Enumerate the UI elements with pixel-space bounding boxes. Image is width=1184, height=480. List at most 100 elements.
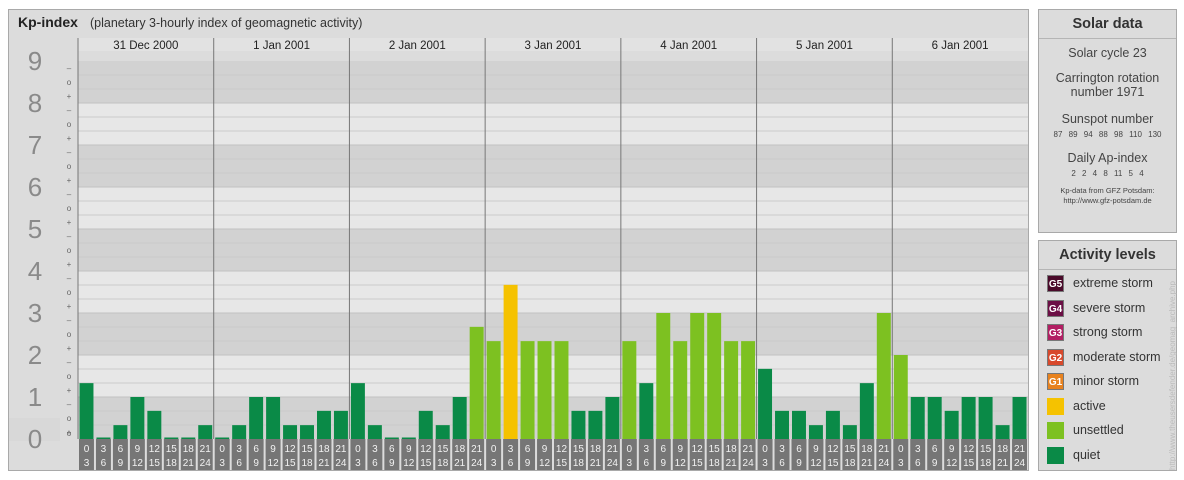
activity-levels-heading: Activity levels — [1059, 247, 1156, 263]
day-label: 31 Dec 2000 — [113, 40, 178, 52]
hour-start-label: 15 — [844, 444, 856, 455]
level-label: extreme storm — [1073, 276, 1153, 290]
level-color-swatch — [1047, 397, 1064, 415]
hour-end-label: 15 — [963, 458, 975, 469]
y-minor-label: o — [67, 429, 72, 438]
hour-end-label: 12 — [675, 458, 687, 469]
kp-bar — [622, 341, 637, 439]
y-minor-label: + — [67, 218, 72, 227]
hour-start-label: 9 — [270, 444, 276, 455]
y-minor-label: o — [67, 204, 72, 213]
hour-end-label: 12 — [946, 458, 958, 469]
hour-end-label: 12 — [403, 458, 415, 469]
ap-label: Daily Ap-index — [1067, 151, 1148, 165]
kp-bar — [113, 425, 128, 439]
hour-start-label: 9 — [542, 444, 548, 455]
hour-end-label: 9 — [253, 458, 259, 469]
kp-bar — [656, 313, 671, 439]
kp-bar — [859, 383, 874, 439]
hour-end-label: 9 — [932, 458, 938, 469]
hour-start-label: 6 — [660, 444, 666, 455]
hour-end-label: 15 — [149, 458, 161, 469]
kp-band — [78, 145, 1028, 187]
hour-start-label: 18 — [183, 444, 195, 455]
hour-end-label: 3 — [898, 458, 904, 469]
hour-end-label: 9 — [118, 458, 124, 469]
y-axis-label: 5 — [28, 214, 42, 244]
hour-start-label: 6 — [118, 444, 124, 455]
hour-start-label: 3 — [236, 444, 242, 455]
hour-end-label: 21 — [726, 458, 738, 469]
y-minor-label: – — [67, 106, 72, 115]
kp-bar — [842, 425, 857, 439]
hour-end-label: 12 — [539, 458, 551, 469]
sunspot-values: 87 89 94 88 98 110 130 — [1053, 130, 1162, 139]
day-label: 2 Jan 2001 — [389, 40, 446, 52]
y-minor-label: – — [67, 148, 72, 157]
hour-start-label: 9 — [406, 444, 412, 455]
day-label: 5 Jan 2001 — [796, 40, 853, 52]
hour-end-label: 21 — [454, 458, 466, 469]
hour-end-label: 21 — [318, 458, 330, 469]
hour-start-label: 15 — [980, 444, 992, 455]
hour-end-label: 18 — [709, 458, 721, 469]
hour-end-label: 24 — [607, 458, 619, 469]
hour-start-label: 6 — [932, 444, 938, 455]
hour-end-label: 21 — [861, 458, 873, 469]
kp-bar — [181, 437, 196, 439]
kp-bar — [910, 397, 925, 439]
kp-bar — [367, 425, 382, 439]
kp-bar — [503, 284, 518, 439]
hour-end-label: 18 — [166, 458, 178, 469]
level-label: quiet — [1073, 447, 1101, 462]
hour-start-label: 0 — [491, 444, 497, 455]
kp-bar — [741, 341, 756, 439]
day-label: 1 Jan 2001 — [253, 40, 310, 52]
hour-start-label: 0 — [84, 444, 90, 455]
kp-bar — [249, 397, 264, 439]
hour-end-label: 6 — [372, 458, 378, 469]
y-axis-label: 7 — [28, 130, 42, 160]
hour-end-label: 18 — [573, 458, 585, 469]
hour-start-label: 12 — [420, 444, 432, 455]
kp-bar — [724, 341, 739, 439]
hour-start-label: 15 — [709, 444, 721, 455]
hour-start-label: 0 — [762, 444, 768, 455]
kp-bar — [961, 397, 976, 439]
kp-bar — [944, 410, 959, 439]
y-minor-label: o — [67, 288, 72, 297]
hour-end-label: 3 — [219, 458, 225, 469]
hour-start-label: 3 — [644, 444, 650, 455]
y-minor-label: + — [67, 386, 72, 395]
kp-bar — [825, 410, 840, 439]
hour-start-label: 12 — [556, 444, 568, 455]
y-axis-label: 2 — [28, 340, 42, 370]
y-minor-label: + — [67, 344, 72, 353]
kp-band — [78, 187, 1028, 229]
data-credit-link[interactable]: http://www.gfz-potsdam.de — [1039, 196, 1176, 206]
kp-bar — [520, 341, 535, 439]
hour-end-label: 9 — [796, 458, 802, 469]
y-axis-label: 1 — [28, 382, 42, 412]
y-minor-label: + — [67, 302, 72, 311]
kp-bar — [639, 383, 654, 439]
kp-bar — [418, 410, 433, 439]
kp-band — [78, 103, 1028, 145]
hour-end-label: 21 — [590, 458, 602, 469]
level-color-swatch — [1047, 446, 1064, 464]
watermark: http://www.theusersdefender.de/geomag_ar… — [1168, 280, 1177, 470]
level-color-swatch: G3 — [1047, 324, 1064, 341]
hour-end-label: 24 — [878, 458, 890, 469]
carrington-line1: Carrington rotation — [1055, 71, 1160, 85]
hour-start-label: 18 — [318, 444, 330, 455]
hour-end-label: 9 — [525, 458, 531, 469]
kp-bar — [232, 425, 247, 439]
kp-bar — [147, 410, 162, 439]
kp-bar — [775, 410, 789, 439]
hour-start-label: 21 — [200, 444, 212, 455]
kp-bar — [673, 341, 688, 439]
kp-band — [78, 229, 1028, 271]
hour-end-label: 3 — [84, 458, 90, 469]
y-minor-label: o — [67, 78, 72, 87]
hour-start-label: 21 — [335, 444, 347, 455]
